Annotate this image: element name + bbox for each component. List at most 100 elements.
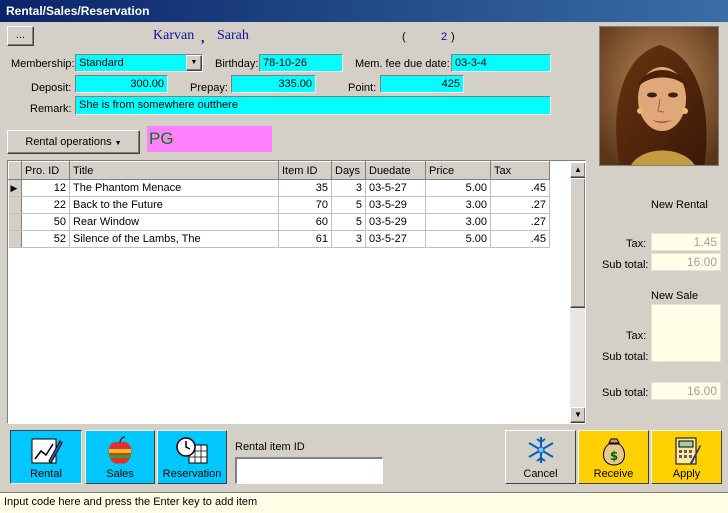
cell-duedate[interactable]: 03-5-27 bbox=[365, 179, 426, 197]
sale-totals-box bbox=[651, 304, 721, 362]
membership-value: Standard bbox=[79, 57, 124, 69]
rating-badge: PG bbox=[147, 126, 272, 152]
count-paren-close: ) bbox=[451, 31, 455, 43]
new-rental-title: New Rental bbox=[651, 199, 708, 211]
cell-pro-id[interactable]: 22 bbox=[21, 196, 70, 214]
reservation-button-label: Reservation bbox=[162, 468, 222, 480]
row-indicator bbox=[8, 196, 22, 214]
cell-tax[interactable]: .45 bbox=[490, 230, 550, 248]
apply-button[interactable]: Apply bbox=[651, 430, 722, 484]
cell-duedate[interactable]: 03-5-29 bbox=[365, 213, 426, 231]
count-paren-open: ( bbox=[402, 31, 406, 43]
cell-title[interactable]: Silence of the Lambs, The bbox=[69, 230, 279, 248]
cell-price[interactable]: 3.00 bbox=[425, 213, 491, 231]
sales-button[interactable]: Sales bbox=[85, 430, 155, 484]
dropdown-arrow-icon: ▼ bbox=[114, 140, 122, 147]
cell-days[interactable]: 5 bbox=[331, 213, 366, 231]
apple-icon bbox=[108, 436, 132, 464]
calculator-icon bbox=[675, 437, 701, 465]
table-row[interactable]: ▶ 12 The Phantom Menace 35 3 03-5-27 5.0… bbox=[8, 179, 550, 197]
scroll-down-icon[interactable]: ▼ bbox=[570, 407, 585, 423]
col-tax[interactable]: Tax bbox=[490, 161, 550, 180]
receive-button-label: Receive bbox=[593, 468, 634, 480]
cell-days[interactable]: 3 bbox=[331, 230, 366, 248]
cell-price[interactable]: 5.00 bbox=[425, 230, 491, 248]
rental-subtotal-value: 16.00 bbox=[651, 253, 721, 271]
remark-label: Remark: bbox=[30, 103, 72, 115]
deposit-field[interactable]: 300.00 bbox=[75, 75, 168, 93]
cell-title[interactable]: The Phantom Menace bbox=[69, 179, 279, 197]
rental-button[interactable]: Rental bbox=[10, 430, 82, 484]
reservation-button[interactable]: Reservation bbox=[157, 430, 227, 484]
current-row-arrow-icon: ▶ bbox=[8, 179, 22, 197]
birthday-field[interactable]: 78-10-26 bbox=[259, 54, 343, 72]
cell-item-id[interactable]: 61 bbox=[278, 230, 332, 248]
cell-title[interactable]: Rear Window bbox=[69, 213, 279, 231]
cell-duedate[interactable]: 03-5-27 bbox=[365, 230, 426, 248]
cancel-button-label: Cancel bbox=[523, 468, 558, 480]
col-pro-id[interactable]: Pro. ID bbox=[21, 161, 70, 180]
sale-subtotal-label: Sub total: bbox=[602, 351, 649, 363]
new-sale-title: New Sale bbox=[651, 290, 699, 302]
scroll-thumb[interactable] bbox=[570, 178, 585, 308]
col-duedate[interactable]: Duedate bbox=[365, 161, 426, 180]
table-row[interactable]: 50 Rear Window 60 5 03-5-29 3.00 .27 bbox=[8, 213, 550, 231]
table-row[interactable]: 22 Back to the Future 70 5 03-5-29 3.00 … bbox=[8, 196, 550, 214]
rental-operations-button[interactable]: Rental operations ▼ bbox=[7, 130, 140, 154]
row-indicator bbox=[8, 213, 22, 231]
svg-text:$: $ bbox=[609, 449, 617, 463]
deposit-label: Deposit: bbox=[31, 82, 72, 94]
cell-tax[interactable]: .27 bbox=[490, 196, 550, 214]
snowflake-icon bbox=[527, 437, 554, 463]
rental-item-id-input[interactable] bbox=[235, 457, 383, 484]
cell-price[interactable]: 3.00 bbox=[425, 196, 491, 214]
cell-price[interactable]: 5.00 bbox=[425, 179, 491, 197]
col-item-id[interactable]: Item ID bbox=[278, 161, 332, 180]
cell-duedate[interactable]: 03-5-29 bbox=[365, 196, 426, 214]
cell-pro-id[interactable]: 12 bbox=[21, 179, 70, 197]
rental-subtotal-label: Sub total: bbox=[602, 259, 649, 271]
rental-items-table[interactable]: Pro. ID Title Item ID Days Duedate Price… bbox=[7, 160, 586, 424]
cell-pro-id[interactable]: 50 bbox=[21, 213, 70, 231]
vertical-scrollbar[interactable]: ▲ ▼ bbox=[570, 162, 585, 423]
rental-tax-label: Tax: bbox=[626, 238, 647, 250]
receive-button[interactable]: $ Receive bbox=[578, 430, 649, 484]
sale-tax-label: Tax: bbox=[626, 330, 647, 342]
mem-fee-label: Mem. fee due date: bbox=[355, 58, 450, 70]
table-row[interactable]: 52 Silence of the Lambs, The 61 3 03-5-2… bbox=[8, 230, 550, 248]
more-button[interactable]: ... bbox=[7, 26, 34, 46]
mem-fee-field[interactable]: 03-3-4 bbox=[451, 54, 551, 72]
money-bag-icon: $ bbox=[602, 438, 625, 466]
status-bar: Input code here and press the Enter key … bbox=[0, 492, 728, 513]
cell-item-id[interactable]: 70 bbox=[278, 196, 332, 214]
rental-item-id-label: Rental item ID bbox=[235, 441, 305, 453]
remark-field[interactable]: She is from somewhere outthere bbox=[75, 96, 551, 115]
cell-days[interactable]: 3 bbox=[331, 179, 366, 197]
rental-tax-value: 1.45 bbox=[651, 233, 721, 251]
window-title: Rental/Sales/Reservation bbox=[0, 0, 728, 22]
col-price[interactable]: Price bbox=[425, 161, 491, 180]
cell-item-id[interactable]: 35 bbox=[278, 179, 332, 197]
scroll-up-icon[interactable]: ▲ bbox=[570, 162, 585, 178]
customer-rental-count: 2 bbox=[441, 31, 448, 43]
cell-tax[interactable]: .27 bbox=[490, 213, 550, 231]
membership-select[interactable]: Standard ▼ bbox=[75, 54, 203, 72]
col-days[interactable]: Days bbox=[331, 161, 366, 180]
prepay-field[interactable]: 335.00 bbox=[231, 75, 316, 93]
cell-item-id[interactable]: 60 bbox=[278, 213, 332, 231]
chevron-down-icon[interactable]: ▼ bbox=[186, 55, 202, 71]
cell-pro-id[interactable]: 52 bbox=[21, 230, 70, 248]
cancel-button[interactable]: Cancel bbox=[505, 430, 576, 484]
rental-operations-label: Rental operations bbox=[25, 136, 112, 148]
table-header-row: Pro. ID Title Item ID Days Duedate Price… bbox=[8, 161, 550, 180]
cell-tax[interactable]: .45 bbox=[490, 179, 550, 197]
customer-photo bbox=[599, 26, 719, 166]
point-field[interactable]: 425 bbox=[380, 75, 464, 93]
portrait-image bbox=[600, 27, 718, 165]
customer-name-comma: , bbox=[201, 31, 205, 46]
col-title[interactable]: Title bbox=[69, 161, 279, 180]
row-indicator bbox=[8, 230, 22, 248]
point-label: Point: bbox=[348, 82, 377, 94]
cell-days[interactable]: 5 bbox=[331, 196, 366, 214]
cell-title[interactable]: Back to the Future bbox=[69, 196, 279, 214]
